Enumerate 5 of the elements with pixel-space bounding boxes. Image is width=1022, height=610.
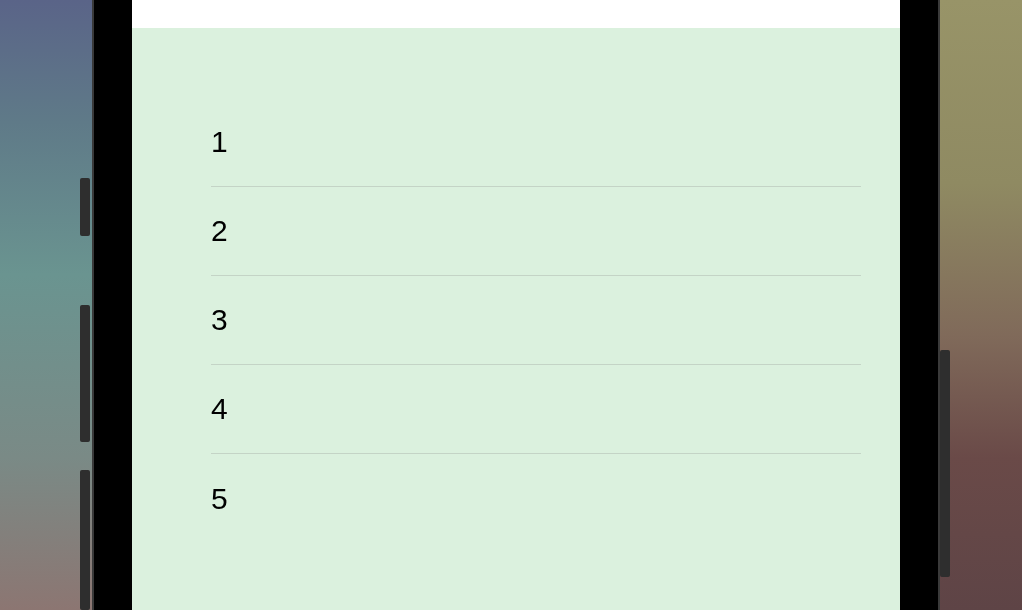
list-row-label: 5 [211, 481, 228, 516]
list-row-label: 4 [211, 392, 228, 426]
list-row-label: 1 [211, 125, 228, 159]
list-row-label: 3 [211, 303, 228, 337]
list-row-label: 2 [211, 214, 228, 248]
